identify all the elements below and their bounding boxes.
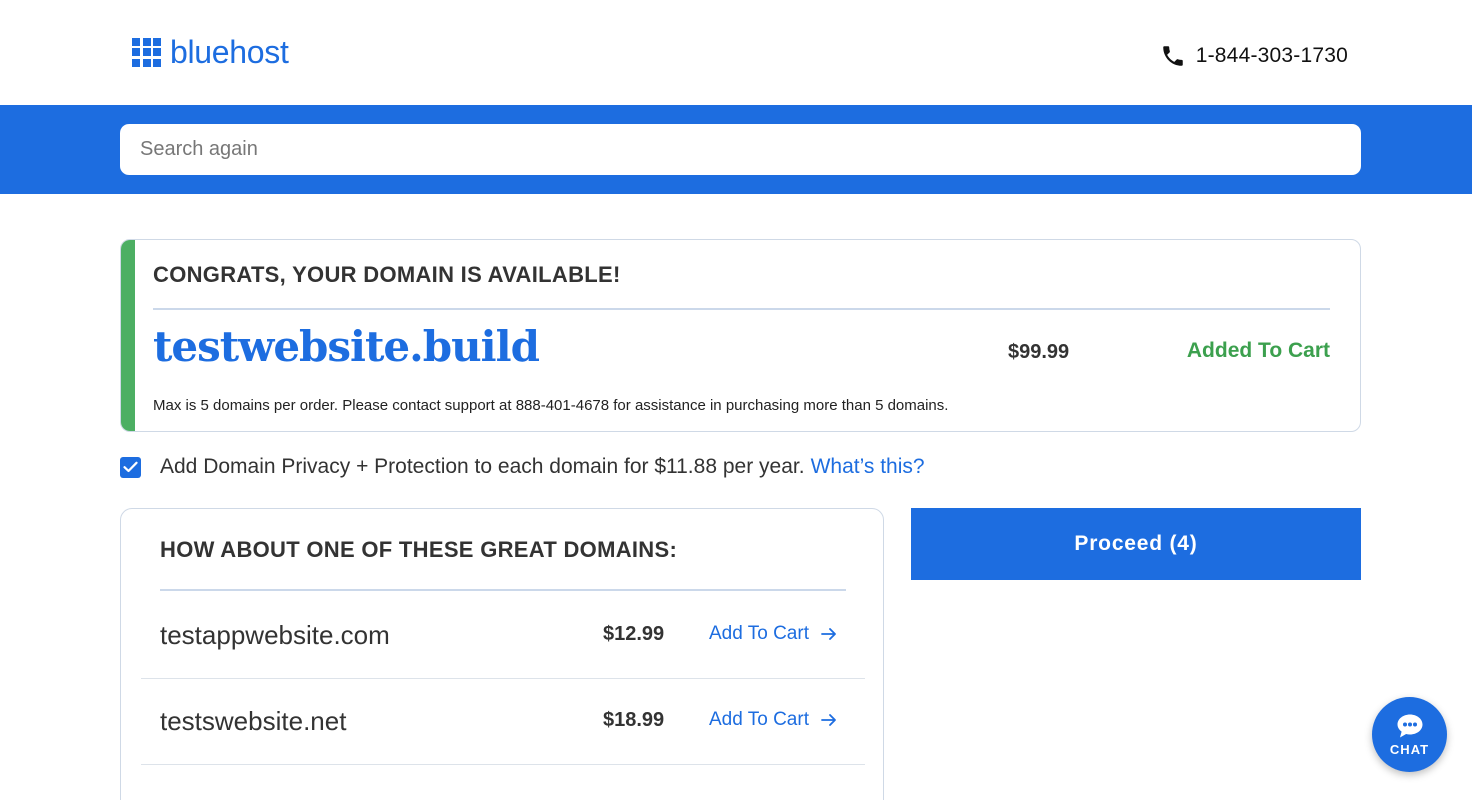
phone-contact[interactable]: 1-844-303-1730 xyxy=(1160,43,1348,69)
add-to-cart-link[interactable]: Add To Cart xyxy=(709,623,837,645)
checkmark-icon xyxy=(123,461,138,473)
chat-button[interactable]: CHAT xyxy=(1372,697,1447,772)
suggestion-domain: testswebsite.net xyxy=(160,706,347,736)
suggestion-domain: testappwebsite.com xyxy=(160,620,390,650)
added-to-cart-status: Added To Cart xyxy=(1186,339,1330,362)
privacy-text: Add Domain Privacy + Protection to each … xyxy=(160,455,805,478)
bluehost-logo[interactable]: bluehost xyxy=(132,36,289,68)
arrow-right-icon xyxy=(821,714,836,726)
phone-number: 1-844-303-1730 xyxy=(1195,44,1348,67)
privacy-option: Add Domain Privacy + Protection to each … xyxy=(120,455,925,479)
phone-icon xyxy=(1162,46,1183,66)
privacy-checkbox[interactable] xyxy=(120,456,141,478)
chat-label: CHAT xyxy=(1389,741,1430,757)
add-to-cart-label: Add To Cart xyxy=(709,623,809,644)
domain-result-card: CONGRATS, YOUR DOMAIN IS AVAILABLE! test… xyxy=(120,239,1361,432)
suggestion-row: testappwebsite.com $12.99 Add To Cart xyxy=(141,593,865,679)
add-to-cart-label: Add To Cart xyxy=(709,709,809,730)
proceed-button[interactable]: Proceed (4) xyxy=(911,508,1361,580)
suggestion-row: testswebsite.net $18.99 Add To Cart xyxy=(141,679,865,765)
whats-this-link[interactable]: What’s this? xyxy=(811,455,925,479)
result-domain: testwebsite.build xyxy=(153,322,540,371)
site-header: bluehost 1-844-303-1730 xyxy=(0,0,1472,105)
result-heading: CONGRATS, YOUR DOMAIN IS AVAILABLE! xyxy=(153,262,621,287)
logo-text: bluehost xyxy=(170,34,289,70)
suggestion-price: $12.99 xyxy=(603,623,665,645)
suggestions-card: HOW ABOUT ONE OF THESE GREAT DOMAINS: te… xyxy=(120,508,884,800)
domain-limit-note: Max is 5 domains per order. Please conta… xyxy=(153,397,949,414)
suggestion-price: $18.99 xyxy=(603,709,665,731)
logo-grid-icon xyxy=(132,37,161,67)
suggestions-title: HOW ABOUT ONE OF THESE GREAT DOMAINS: xyxy=(160,537,678,562)
success-accent-bar xyxy=(121,240,135,431)
result-divider xyxy=(153,308,1330,310)
add-to-cart-link[interactable]: Add To Cart xyxy=(709,709,837,731)
search-input[interactable] xyxy=(120,124,1361,175)
search-band xyxy=(0,105,1472,194)
result-price: $99.99 xyxy=(1008,341,1070,363)
suggestions-divider xyxy=(160,589,846,591)
chat-bubble-icon xyxy=(1397,714,1422,737)
arrow-right-icon xyxy=(821,628,836,640)
